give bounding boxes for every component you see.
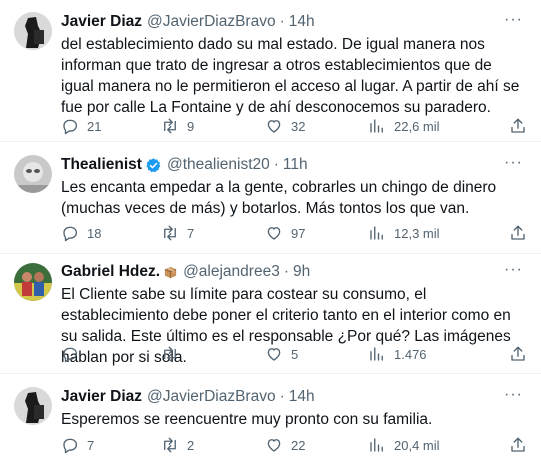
share-icon — [511, 225, 525, 240]
tweet-feed: Javier Diaz @JavierDiazBravo · 14h ··· d… — [0, 0, 541, 471]
tweet-text: del establecimiento dado su mal estado. … — [61, 36, 520, 116]
retweet-count: 2 — [187, 437, 195, 453]
reply-button[interactable] — [61, 343, 87, 365]
more-icon[interactable]: ··· — [504, 260, 523, 280]
more-icon[interactable]: ··· — [504, 10, 523, 30]
like-count: 5 — [291, 346, 299, 362]
avatar[interactable] — [14, 155, 52, 193]
retweet-icon — [164, 225, 176, 241]
reply-count: 21 — [87, 118, 102, 134]
display-name[interactable]: Javier Diaz — [61, 387, 142, 407]
more-icon[interactable]: ··· — [504, 385, 523, 405]
avatar[interactable] — [14, 387, 52, 425]
views-count: 20,4 mil — [394, 437, 440, 453]
retweet-icon — [164, 437, 176, 453]
views-button[interactable]: 22,6 mil — [368, 115, 440, 137]
package-emoji-icon — [164, 266, 177, 278]
views-count: 1.476 — [394, 346, 427, 362]
views-button[interactable]: 12,3 mil — [368, 222, 440, 244]
avatar[interactable] — [14, 12, 52, 50]
separator-dot: · — [279, 388, 285, 405]
retweet-icon — [164, 118, 176, 134]
separator-dot: · — [279, 13, 285, 30]
like-button[interactable]: 5 — [265, 343, 298, 365]
avatar[interactable] — [14, 263, 52, 301]
like-icon — [267, 348, 281, 361]
tweet[interactable]: Thealienist @thealienist20 · 11h ··· Les… — [0, 143, 541, 254]
like-button[interactable]: 32 — [265, 115, 305, 137]
like-count: 22 — [291, 437, 306, 453]
reply-icon — [63, 119, 78, 135]
views-icon — [370, 347, 383, 361]
share-button[interactable] — [509, 222, 527, 244]
reply-count: 18 — [87, 225, 102, 241]
user-handle[interactable]: @JavierDiazBravo — [147, 387, 276, 407]
retweet-button[interactable]: 7 — [161, 222, 194, 244]
tweet[interactable]: Javier Diaz @JavierDiazBravo · 14h ··· d… — [0, 0, 541, 142]
views-button[interactable]: 20,4 mil — [368, 434, 440, 456]
timestamp[interactable]: 11h — [283, 155, 308, 175]
verified-badge-icon — [146, 157, 161, 172]
like-count: 97 — [291, 225, 306, 241]
retweet-button[interactable]: 9 — [161, 115, 194, 137]
retweet-count: 7 — [187, 225, 195, 241]
share-icon — [511, 437, 525, 452]
separator-dot: · — [273, 156, 279, 173]
share-icon — [511, 346, 525, 361]
display-name[interactable]: Javier Diaz — [61, 12, 142, 32]
share-button[interactable] — [509, 343, 527, 365]
share-button[interactable] — [509, 115, 527, 137]
views-count: 22,6 mil — [394, 118, 440, 134]
like-icon — [267, 120, 281, 133]
reply-button[interactable]: 7 — [61, 434, 94, 456]
retweet-count: 9 — [187, 118, 195, 134]
views-icon — [370, 226, 383, 240]
tweet-text: Les encanta empedar a la gente, cobrarle… — [61, 179, 497, 217]
reply-icon — [63, 347, 78, 363]
retweet-button[interactable] — [161, 343, 187, 365]
display-name[interactable]: Gabriel Hdez. — [61, 262, 160, 282]
views-icon — [370, 119, 383, 133]
separator-dot: · — [283, 263, 289, 280]
tweet[interactable]: Javier Diaz @JavierDiazBravo · 14h ··· E… — [0, 375, 541, 471]
reply-icon — [63, 226, 78, 242]
like-button[interactable]: 97 — [265, 222, 305, 244]
share-icon — [511, 118, 525, 133]
views-button[interactable]: 1.476 — [368, 343, 427, 365]
reply-count: 7 — [87, 437, 95, 453]
timestamp[interactable]: 9h — [293, 262, 310, 282]
like-icon — [267, 227, 281, 240]
reply-icon — [63, 438, 78, 454]
views-icon — [370, 438, 383, 452]
retweet-icon — [164, 346, 176, 362]
share-button[interactable] — [509, 434, 527, 456]
display-name[interactable]: Thealienist — [61, 155, 142, 175]
timestamp[interactable]: 14h — [289, 12, 315, 32]
tweet[interactable]: Gabriel Hdez. @alejandree3 · 9h ··· El C… — [0, 255, 541, 374]
reply-button[interactable]: 21 — [61, 115, 101, 137]
reply-button[interactable]: 18 — [61, 222, 101, 244]
views-count: 12,3 mil — [394, 225, 440, 241]
like-icon — [267, 439, 281, 452]
tweet-text: Esperemos se reencuentre muy pronto con … — [61, 411, 433, 428]
user-handle[interactable]: @thealienist20 — [167, 155, 270, 175]
user-handle[interactable]: @JavierDiazBravo — [147, 12, 276, 32]
retweet-button[interactable]: 2 — [161, 434, 194, 456]
timestamp[interactable]: 14h — [289, 387, 315, 407]
more-icon[interactable]: ··· — [504, 153, 523, 173]
like-count: 32 — [291, 118, 306, 134]
user-handle[interactable]: @alejandree3 — [183, 262, 280, 282]
like-button[interactable]: 22 — [265, 434, 305, 456]
